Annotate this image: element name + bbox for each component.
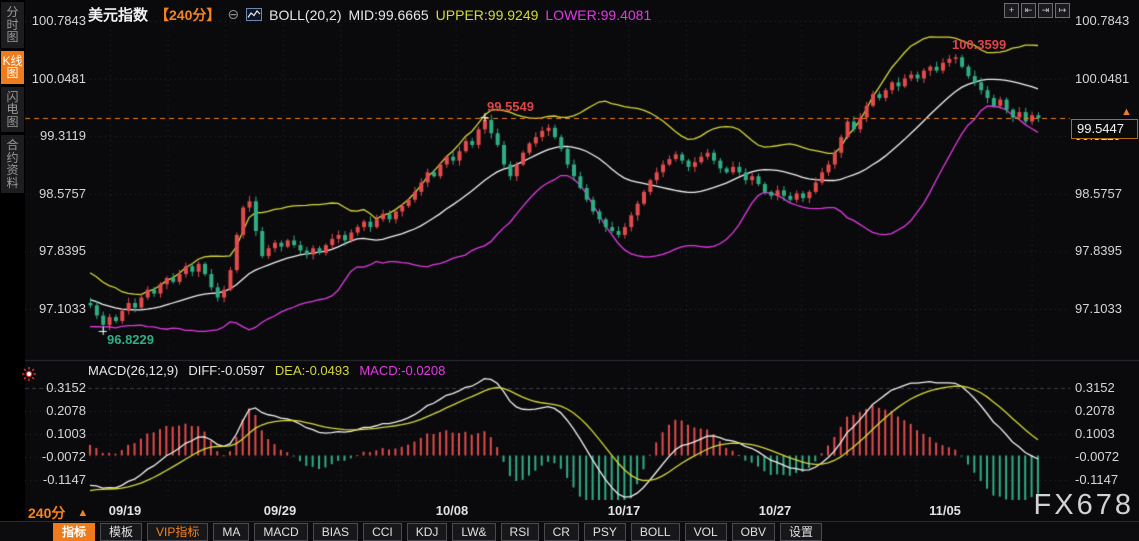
macd-axis-label-right: 0.1003 xyxy=(1075,426,1115,441)
date-label: 09/19 xyxy=(108,503,142,518)
macd-header: MACD(26,12,9) DIFF:-0.0597 DEA:-0.0493 M… xyxy=(88,363,445,378)
boll-upper-value: UPPER:99.9249 xyxy=(435,6,539,23)
toolbar-button-CR[interactable]: CR xyxy=(543,522,579,541)
macd-title: MACD(26,12,9) xyxy=(88,363,179,378)
macd-bar-value: MACD:-0.0208 xyxy=(359,363,446,378)
price-axis-label-right: 97.8395 xyxy=(1075,243,1122,259)
period-dropdown-icon: ▲ xyxy=(77,507,89,519)
last-price-tag: 99.5447 xyxy=(1071,118,1138,139)
sidebar-tab-K线图[interactable]: K线图 xyxy=(1,50,24,84)
toolbar-button-MACD[interactable]: MACD xyxy=(254,522,308,541)
toolbar-button-VIP指标[interactable]: VIP指标 xyxy=(147,522,209,541)
mini-chart-icon[interactable] xyxy=(246,8,263,21)
price-axis-label-left: 97.1033 xyxy=(39,301,86,316)
sidebar: 分时图 K线图 闪电图合约资料 xyxy=(0,0,25,541)
fx678-watermark: FX678 xyxy=(1033,489,1134,521)
sidebar-tab-分时图[interactable]: 分时图 xyxy=(1,2,24,48)
price-axis-label-right: 100.7843 xyxy=(1075,13,1130,28)
macd-axis-label-left: -0.0072 xyxy=(41,449,86,464)
axis-out-icon[interactable]: ↦ xyxy=(1055,3,1070,18)
sidebar-tab-合约资料[interactable]: 合约资料 xyxy=(1,135,24,193)
period-high-annotation: 100.3599 xyxy=(952,37,1007,52)
swing-high-annotation: 99.5549 xyxy=(487,99,534,114)
boll-lower-value: LOWER:99.4081 xyxy=(545,6,652,23)
toolbar-button-VOL[interactable]: VOL xyxy=(684,522,727,541)
indicator-toolbar: 指标 模板 VIP指标 MA MACD BIAS CCI KDJ LW& RSI CR PSY BOLL… xyxy=(0,521,1139,541)
sidebar-tab-闪电图[interactable]: 闪电图 xyxy=(1,86,24,132)
axis-right-icon[interactable]: ⇥ xyxy=(1038,3,1053,18)
toolbar-button-指标[interactable]: 指标 xyxy=(53,522,96,541)
boll-mid-value: MID:99.6665 xyxy=(348,6,429,23)
macd-axis-label-right: 0.3152 xyxy=(1075,380,1115,395)
trading-app-window: 分时图 K线图 闪电图合约资料 美元指数 【240分】 ⊖ BOLL(20,2) M… xyxy=(0,0,1139,541)
collapse-icon[interactable]: ⊖ xyxy=(227,6,239,23)
macd-axis-label-left: 0.2078 xyxy=(46,403,86,418)
macd-axis-label-left: 0.1003 xyxy=(46,426,86,441)
price-up-arrow-icon: ▲ xyxy=(1121,105,1132,118)
toolbar-button-MA[interactable]: MA xyxy=(213,522,250,541)
pan-icon[interactable]: + xyxy=(1004,3,1019,18)
macd-axis-label-right: -0.0072 xyxy=(1075,449,1120,464)
symbol-name: 美元指数 xyxy=(88,7,149,24)
price-axis-label-right: 100.0481 xyxy=(1075,70,1130,86)
price-axis-label-right: 97.1033 xyxy=(1075,301,1122,316)
toolbar-button-BIAS[interactable]: BIAS xyxy=(312,522,359,541)
date-label: 10/27 xyxy=(758,503,792,518)
price-axis-label-left: 99.3119 xyxy=(39,128,86,144)
price-axis-label-left: 97.8395 xyxy=(39,243,86,259)
price-axis-label-right: 98.5757 xyxy=(1075,185,1122,201)
toolbar-button-OBV[interactable]: OBV xyxy=(731,522,775,541)
period-selector[interactable]: 240分 ▲ xyxy=(28,503,88,523)
toolbar-button-模板[interactable]: 模板 xyxy=(100,522,143,541)
date-label: 11/05 xyxy=(929,503,961,518)
period-low-annotation: 96.8229 xyxy=(107,332,154,347)
macd-axis-label-right: -0.1147 xyxy=(1075,472,1119,487)
alarm-icon[interactable] xyxy=(22,367,36,386)
macd-dea-value: DEA:-0.0493 xyxy=(274,363,350,378)
toolbar-button-设置[interactable]: 设置 xyxy=(779,522,822,541)
chart-tool-buttons: + ⇤ ⇥ ↦ xyxy=(1004,3,1070,18)
price-axis-label-left: 100.7843 xyxy=(31,13,86,28)
indicator-name: BOLL(20,2) xyxy=(269,6,342,23)
toolbar-button-RSI[interactable]: RSI xyxy=(500,522,539,541)
toolbar-button-KDJ[interactable]: KDJ xyxy=(406,522,448,541)
toolbar-button-BOLL[interactable]: BOLL xyxy=(630,522,680,541)
period-badge: 【240分】 xyxy=(155,6,221,23)
toolbar-button-LW&[interactable]: LW& xyxy=(452,522,496,541)
macd-axis-label-left: -0.1147 xyxy=(42,472,86,487)
date-label: 10/17 xyxy=(607,503,641,518)
price-axis-label-left: 98.5757 xyxy=(39,185,86,201)
macd-axis-label-right: 0.2078 xyxy=(1075,403,1115,418)
period-selector-label: 240分 xyxy=(28,505,66,521)
toolbar-button-CCI[interactable]: CCI xyxy=(363,522,402,541)
date-label: 10/08 xyxy=(435,503,469,518)
price-axis-label-left: 100.0481 xyxy=(31,70,86,86)
chart-header: 美元指数 【240分】 ⊖ BOLL(20,2) MID:99.6665 UPP… xyxy=(88,4,651,25)
macd-diff-value: DIFF:-0.0597 xyxy=(188,363,265,378)
axis-left-icon[interactable]: ⇤ xyxy=(1021,3,1036,18)
chart-canvas[interactable] xyxy=(0,0,1139,521)
date-label: 09/29 xyxy=(263,503,297,518)
toolbar-button-PSY[interactable]: PSY xyxy=(583,522,626,541)
